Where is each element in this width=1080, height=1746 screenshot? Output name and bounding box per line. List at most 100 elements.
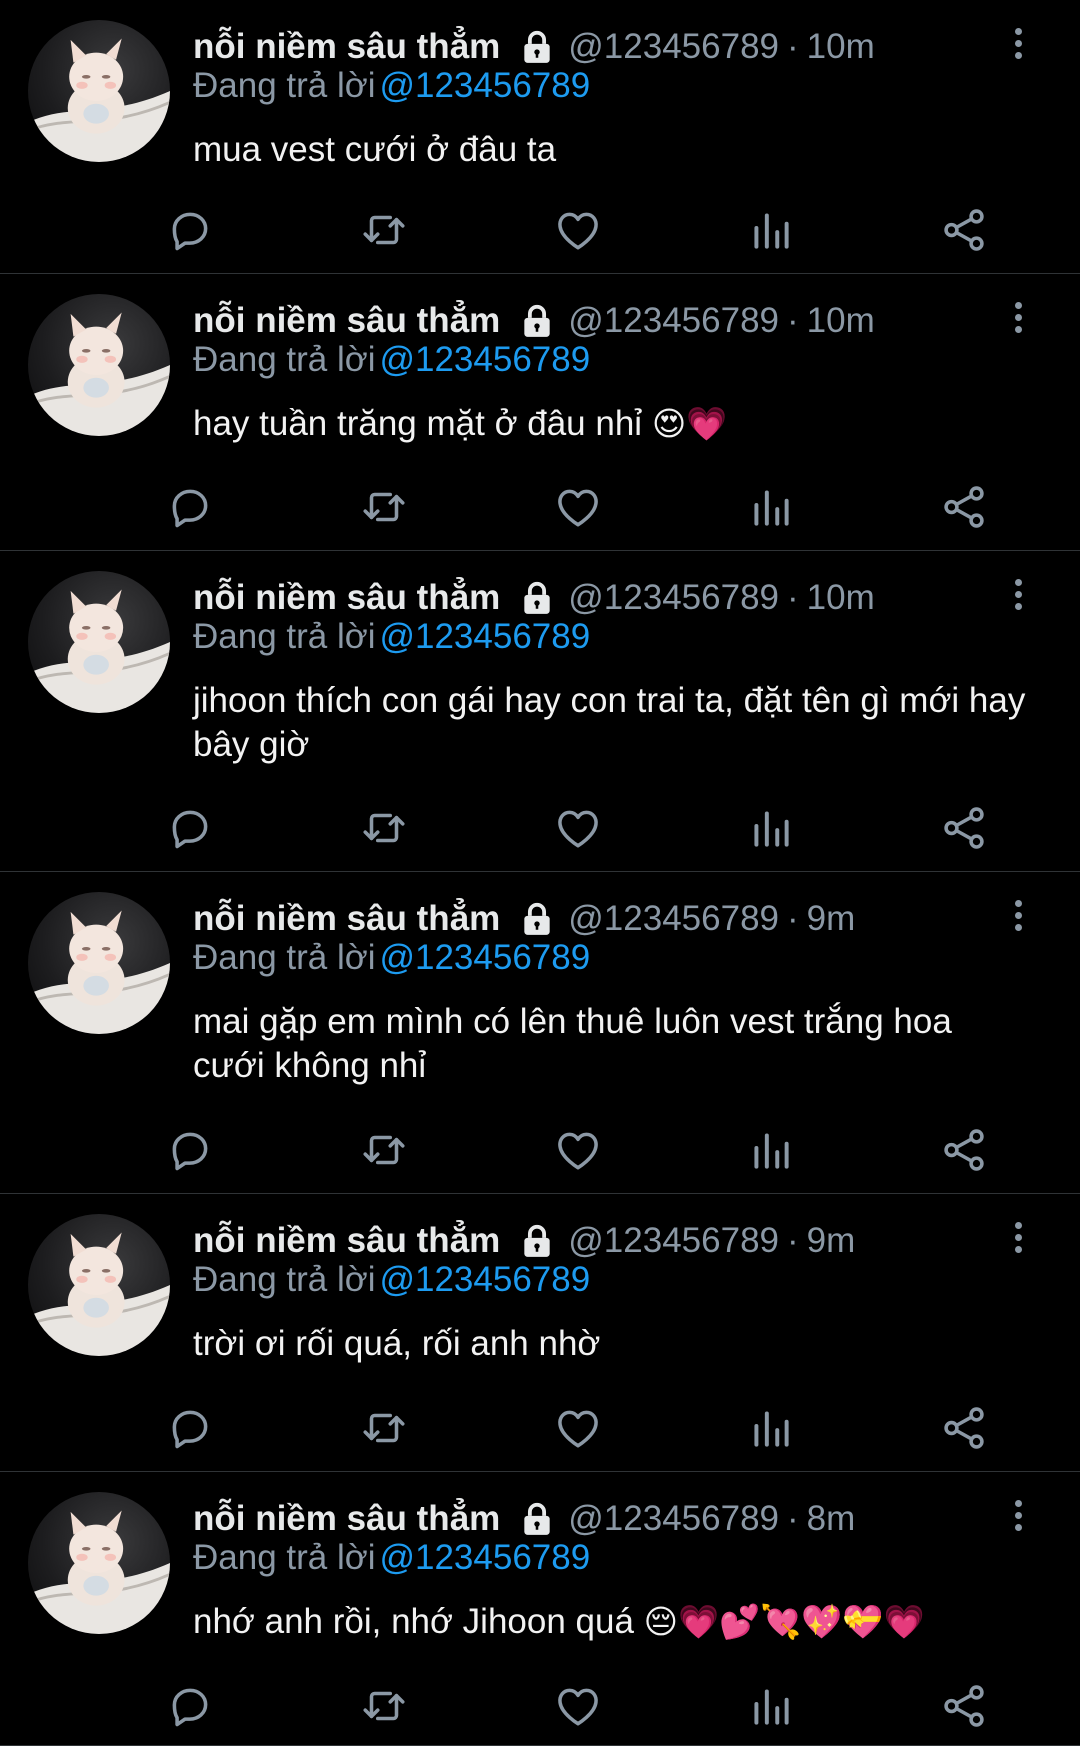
more-options-icon[interactable] (1012, 1222, 1024, 1258)
retweet-icon[interactable] (359, 1681, 409, 1731)
reply-to-link[interactable]: @123456789 (379, 617, 590, 656)
reply-icon[interactable] (165, 1403, 215, 1453)
share-icon[interactable] (939, 205, 989, 255)
author-handle[interactable]: @123456789 (568, 301, 779, 341)
reply-icon[interactable] (165, 1681, 215, 1731)
avatar[interactable] (28, 1492, 170, 1634)
avatar[interactable] (28, 20, 170, 162)
reply-icon[interactable] (165, 1125, 215, 1175)
tweet-header: nỗi niềm sâu thẳm @123456789 · 9m (193, 894, 855, 944)
reply-prefix: Đang trả lời (193, 66, 376, 105)
tweet-text: nhớ anh rồi, nhớ Jihoon quá 😔💗💕💘💖💝💗 (193, 1600, 1033, 1644)
tweet-time[interactable]: 10m (807, 301, 875, 341)
reply-to-link[interactable]: @123456789 (379, 938, 590, 977)
views-icon[interactable] (746, 1125, 796, 1175)
share-icon[interactable] (939, 482, 989, 532)
reply-icon[interactable] (165, 482, 215, 532)
tweet-header: nỗi niềm sâu thẳm @123456789 · 10m (193, 22, 875, 72)
reply-context: Đang trả lời @123456789 (193, 617, 590, 657)
reply-icon[interactable] (165, 803, 215, 853)
tweet-actions (0, 1681, 1080, 1741)
more-options-icon[interactable] (1012, 28, 1024, 64)
share-icon[interactable] (939, 1681, 989, 1731)
tweet-emoji: 😍💗 (651, 404, 728, 443)
tweet-time[interactable]: 9m (807, 899, 856, 939)
author-handle[interactable]: @123456789 (568, 1499, 779, 1539)
reply-to-link[interactable]: @123456789 (379, 340, 590, 379)
views-icon[interactable] (746, 803, 796, 853)
reply-prefix: Đang trả lời (193, 617, 376, 656)
tweet-header: nỗi niềm sâu thẳm @123456789 · 8m (193, 1494, 855, 1544)
author-handle[interactable]: @123456789 (568, 899, 779, 939)
author-handle[interactable]: @123456789 (568, 1221, 779, 1261)
reply-context: Đang trả lời @123456789 (193, 66, 590, 106)
retweet-icon[interactable] (359, 482, 409, 532)
author-name[interactable]: nỗi niềm sâu thẳm (193, 27, 500, 67)
like-icon[interactable] (553, 1403, 603, 1453)
share-icon[interactable] (939, 1403, 989, 1453)
tweet-time[interactable]: 9m (807, 1221, 856, 1261)
avatar[interactable] (28, 294, 170, 436)
author-name[interactable]: nỗi niềm sâu thẳm (193, 1221, 500, 1261)
reply-to-link[interactable]: @123456789 (379, 1538, 590, 1577)
tweet-actions (0, 482, 1080, 542)
avatar[interactable] (28, 571, 170, 713)
views-icon[interactable] (746, 1681, 796, 1731)
avatar[interactable] (28, 1214, 170, 1356)
tweet-body: mai gặp em mình có lên thuê luôn vest tr… (193, 1002, 952, 1085)
author-name[interactable]: nỗi niềm sâu thẳm (193, 578, 500, 618)
author-handle[interactable]: @123456789 (568, 578, 779, 618)
author-name[interactable]: nỗi niềm sâu thẳm (193, 301, 500, 341)
retweet-icon[interactable] (359, 1125, 409, 1175)
views-icon[interactable] (746, 1403, 796, 1453)
tweet-actions (0, 803, 1080, 863)
tweet-time[interactable]: 10m (807, 578, 875, 618)
like-icon[interactable] (553, 1125, 603, 1175)
views-icon[interactable] (746, 482, 796, 532)
more-options-icon[interactable] (1012, 579, 1024, 615)
author-name[interactable]: nỗi niềm sâu thẳm (193, 1499, 500, 1539)
like-icon[interactable] (553, 482, 603, 532)
tweet-text: hay tuần trăng mặt ở đâu nhỉ 😍💗 (193, 402, 1033, 446)
tweet-text: jihoon thích con gái hay con trai ta, đặ… (193, 679, 1033, 767)
share-icon[interactable] (939, 1125, 989, 1175)
lock-icon (518, 28, 556, 66)
retweet-icon[interactable] (359, 803, 409, 853)
author-handle[interactable]: @123456789 (568, 27, 779, 67)
more-options-icon[interactable] (1012, 302, 1024, 338)
tweet-actions (0, 1125, 1080, 1185)
separator-dot: · (787, 301, 799, 340)
tweet-actions (0, 1403, 1080, 1463)
retweet-icon[interactable] (359, 205, 409, 255)
tweet-actions (0, 205, 1080, 265)
lock-icon (518, 579, 556, 617)
separator-dot: · (787, 27, 799, 66)
tweet-header: nỗi niềm sâu thẳm @123456789 · 10m (193, 573, 875, 623)
author-name[interactable]: nỗi niềm sâu thẳm (193, 899, 500, 939)
tweet-body: mua vest cưới ở đâu ta (193, 130, 557, 169)
views-icon[interactable] (746, 205, 796, 255)
reply-to-link[interactable]: @123456789 (379, 66, 590, 105)
reply-context: Đang trả lời @123456789 (193, 1260, 590, 1300)
retweet-icon[interactable] (359, 1403, 409, 1453)
separator-dot: · (787, 899, 799, 938)
tweet-text: mua vest cưới ở đâu ta (193, 128, 1033, 172)
avatar[interactable] (28, 892, 170, 1034)
tweet-time[interactable]: 8m (807, 1499, 856, 1539)
share-icon[interactable] (939, 803, 989, 853)
separator-dot: · (787, 1221, 799, 1260)
reply-prefix: Đang trả lời (193, 1260, 376, 1299)
more-options-icon[interactable] (1012, 1500, 1024, 1536)
tweet-body: hay tuần trăng mặt ở đâu nhỉ (193, 404, 643, 443)
lock-icon (518, 1222, 556, 1260)
like-icon[interactable] (553, 205, 603, 255)
separator-dot: · (787, 1499, 799, 1538)
lock-icon (518, 1500, 556, 1538)
like-icon[interactable] (553, 803, 603, 853)
reply-icon[interactable] (165, 205, 215, 255)
separator-dot: · (787, 578, 799, 617)
like-icon[interactable] (553, 1681, 603, 1731)
tweet-time[interactable]: 10m (807, 27, 875, 67)
reply-to-link[interactable]: @123456789 (379, 1260, 590, 1299)
more-options-icon[interactable] (1012, 900, 1024, 936)
